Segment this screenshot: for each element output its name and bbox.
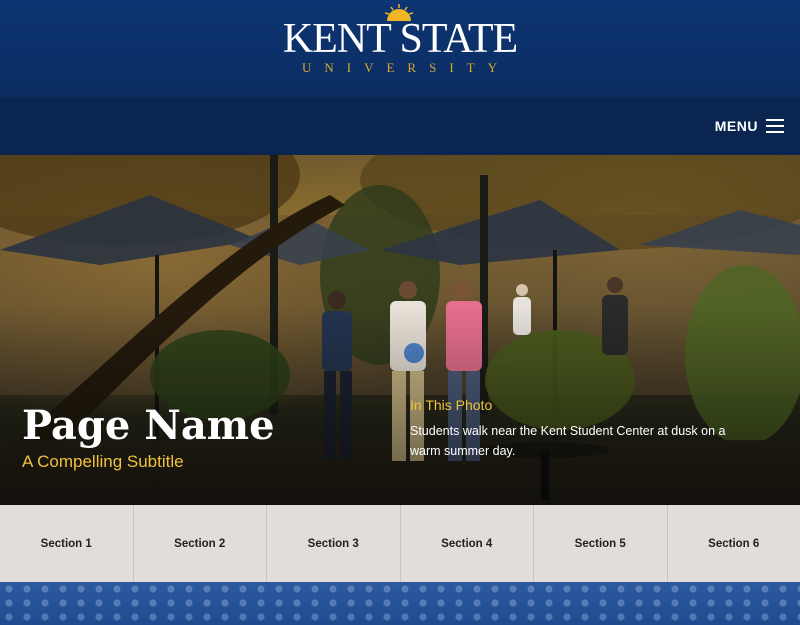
photo-caption-text: Students walk near the Kent Student Cent… xyxy=(410,424,726,458)
logo-subtext: UNIVERSITY xyxy=(302,60,510,75)
menu-button[interactable]: MENU xyxy=(715,116,784,136)
photo-caption-title: In This Photo xyxy=(410,397,493,413)
page-subtitle: A Compelling Subtitle xyxy=(22,452,184,471)
section-link-4[interactable]: Section 4 xyxy=(401,505,534,582)
stadium-seats-image xyxy=(0,582,800,625)
nav-bar: MENU xyxy=(0,97,800,155)
site-header: KENT STATE UNIVERSITY xyxy=(0,0,800,97)
hero-banner: Page Name A Compelling Subtitle In This … xyxy=(0,155,800,505)
section-link-3[interactable]: Section 3 xyxy=(267,505,401,582)
section-link-5[interactable]: Section 5 xyxy=(534,505,668,582)
kent-state-logo[interactable]: KENT STATE UNIVERSITY xyxy=(0,0,800,97)
section-link-2[interactable]: Section 2 xyxy=(134,505,267,582)
section-nav: Section 1 Section 2 Section 3 Section 4 … xyxy=(0,505,800,582)
section-link-1[interactable]: Section 1 xyxy=(0,505,134,582)
section-link-6[interactable]: Section 6 xyxy=(668,505,800,582)
logo-wordmark: KENT STATE xyxy=(282,16,518,62)
menu-label: MENU xyxy=(714,118,758,134)
seat-pattern xyxy=(0,582,800,625)
hamburger-menu-icon xyxy=(766,119,784,133)
page-title: Page Name xyxy=(22,402,275,449)
